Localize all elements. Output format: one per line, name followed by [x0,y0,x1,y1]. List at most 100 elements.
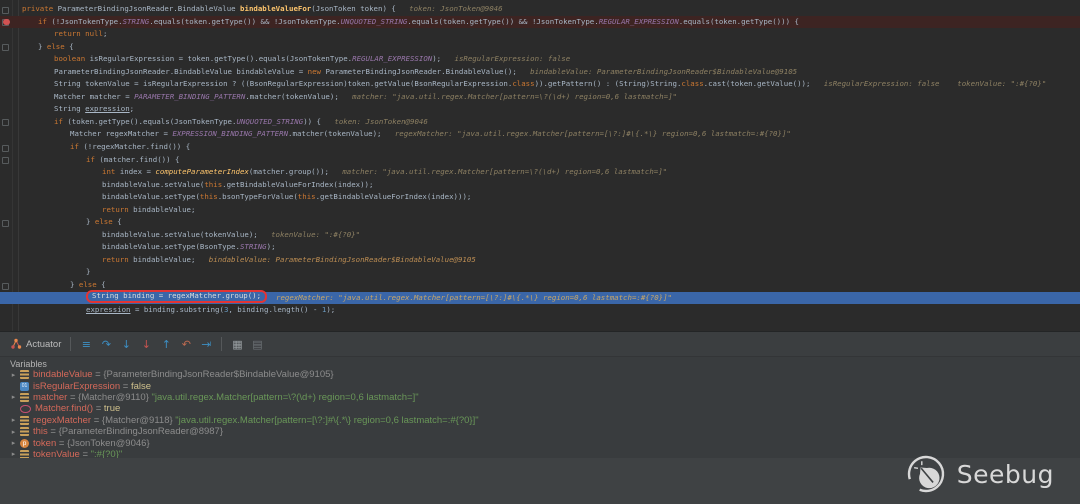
code-token: if [38,17,51,26]
code-line[interactable]: } else { [0,41,1080,54]
code-line[interactable]: if (matcher.find()) { [0,154,1080,167]
code-token: bindableValueFor [240,4,311,13]
code-token: , binding.length() - [228,305,321,314]
expand-chevron-icon[interactable]: ▸ [8,416,19,424]
code-line[interactable]: String tokenValue = isRegularExpression … [0,78,1080,91]
variable-row[interactable]: Matcher.find() = true [0,403,1080,414]
code-line[interactable]: return bindableValue; [0,204,1080,217]
code-token: this [200,192,218,201]
code-line[interactable]: String expression; [0,103,1080,116]
show-execution-point-button[interactable]: ≡ [76,334,96,354]
code-token: REGULAR_EXPRESSION [352,54,432,63]
code-token: expression [85,104,130,113]
code-line[interactable]: ParameterBindingJsonReader.BindableValue… [0,66,1080,79]
seebug-bug-icon [904,452,948,496]
code-token: class [512,79,534,88]
equals-sign: = [120,381,131,392]
variable-row[interactable]: ▸ptoken = {JsonToken@9046} [0,437,1080,448]
code-token: (!regexMatcher.find()) { [83,142,190,151]
variable-row[interactable]: ▸this = {ParameterBindingJsonReader@8987… [0,426,1080,437]
primitive-icon: 01 [20,382,29,391]
variable-row[interactable]: ▸matcher = {Matcher@9110} "java.util.reg… [0,392,1080,403]
equals-sign: = [48,426,59,437]
code-token: .equals(token.getType())) { [679,17,799,26]
code-token: matcher: "java.util.regex.Matcher[patter… [329,167,667,176]
code-token: bindableValue.setValue(tokenValue); [102,230,258,239]
code-token: else [47,42,65,51]
variable-name: this [33,426,48,437]
field-icon [20,370,29,379]
debug-session-label: Actuator [26,339,61,350]
code-token: (token.getType().equals(JsonTokenType. [67,117,236,126]
code-token: .equals(token.getType()) && !JsonTokenTy… [149,17,340,26]
step-into-icon: ↓ [122,338,131,351]
debug-session-tab[interactable]: Actuator [6,334,65,354]
code-token: token: JsonToken@9046 [321,117,428,126]
step-out-icon: ↑ [162,338,171,351]
variable-row[interactable]: 01isRegularExpression = false [0,380,1080,391]
code-token: token: JsonToken@9046 [396,4,503,13]
code-line[interactable]: Matcher matcher = PARAMETER_BINDING_PATT… [0,91,1080,104]
evaluate-expression-button[interactable]: ▦ [227,334,247,354]
variable-name: isRegularExpression [33,381,120,392]
step-into-button[interactable]: ↓ [116,334,136,354]
code-line[interactable]: private ParameterBindingJsonReader.Binda… [0,3,1080,16]
code-token: ; [130,104,134,113]
run-to-cursor-button[interactable]: →I [196,334,216,354]
variable-name: bindableValue [33,369,93,380]
code-token: regexMatcher: "java.util.regex.Matcher[p… [382,129,791,138]
toolbar-separator [221,337,222,351]
code-editor[interactable]: private ParameterBindingJsonReader.Binda… [0,0,1080,331]
layout-settings-icon: ▤ [252,338,262,351]
execution-line[interactable]: String binding = regexMatcher.group(); r… [0,292,1080,305]
code-token: private [22,4,58,13]
code-token: isRegularExpression = token.getType().eq… [90,54,353,63]
code-token: String binding = regexMatcher.group(); [92,291,261,300]
code-line[interactable]: if (!regexMatcher.find()) { [0,141,1080,154]
code-token: bindableValue.setType( [102,192,200,201]
code-line[interactable]: Matcher regexMatcher = EXPRESSION_BINDIN… [0,128,1080,141]
expand-chevron-icon[interactable]: ▸ [8,428,19,436]
step-out-button[interactable]: ↑ [156,334,176,354]
variable-keyword-value: true [104,403,120,414]
variable-row[interactable]: ▸regexMatcher = {Matcher@9118} "java.uti… [0,415,1080,426]
code-token: .matcher(tokenValue); [288,129,381,138]
variable-name: Matcher.find() [35,403,93,414]
code-line[interactable]: bindableValue.setValue(this.getBindableV… [0,179,1080,192]
code-line[interactable]: } [0,266,1080,279]
code-line[interactable]: bindableValue.setType(BsonType.STRING); [0,241,1080,254]
code-token: tokenValue: ":#{?0}" [258,230,360,239]
code-token: ParameterBindingJsonReader.BindableValue… [325,67,516,76]
drop-frame-button[interactable]: ↶ [176,334,196,354]
variable-row[interactable]: ▸bindableValue = {ParameterBindingJsonRe… [0,369,1080,380]
equals-sign: = [91,415,102,426]
code-line[interactable]: } else { [0,216,1080,229]
seebug-logo-text: Seebug [957,460,1054,489]
code-line[interactable]: if (token.getType().equals(JsonTokenType… [0,116,1080,129]
code-line[interactable]: bindableValue.setType(this.bsonTypeForVa… [0,191,1080,204]
code-line[interactable]: return null; [0,28,1080,41]
code-token: isRegularExpression: false [441,54,570,63]
breakpoint-dot[interactable] [3,19,10,26]
code-token: bindableValue; [133,205,195,214]
equals-sign: = [56,438,67,449]
breakpoint-line[interactable]: if (!JsonTokenType.STRING.equals(token.g… [0,16,1080,29]
layout-settings-button[interactable]: ▤ [247,334,267,354]
code-token: .getBindableValueForIndex(index))); [316,192,472,201]
code-token: )) { [303,117,321,126]
variable-string-value: "java.util.regex.Matcher[pattern=\?(\d+)… [152,392,419,403]
code-line[interactable]: return bindableValue; bindableValue: Par… [0,254,1080,267]
expand-chevron-icon[interactable]: ▸ [8,371,19,379]
code-line[interactable]: int index = computeParameterIndex(matche… [0,166,1080,179]
code-token: } [86,267,90,276]
code-token: int [102,167,120,176]
code-line[interactable]: boolean isRegularExpression = token.getT… [0,53,1080,66]
watch-icon [20,405,31,414]
code-line[interactable]: expression = binding.substring(3, bindin… [0,304,1080,317]
expand-chevron-icon[interactable]: ▸ [8,393,19,401]
force-step-into-button[interactable]: ↓ [136,334,156,354]
code-line[interactable]: bindableValue.setValue(tokenValue); toke… [0,229,1080,242]
step-over-button[interactable]: ↷ [96,334,116,354]
debugger-toolbar: Actuator ≡↷ ↓ ↓ ↑ ↶→I ▦ ▤ [0,332,1080,357]
expand-chevron-icon[interactable]: ▸ [8,439,19,447]
